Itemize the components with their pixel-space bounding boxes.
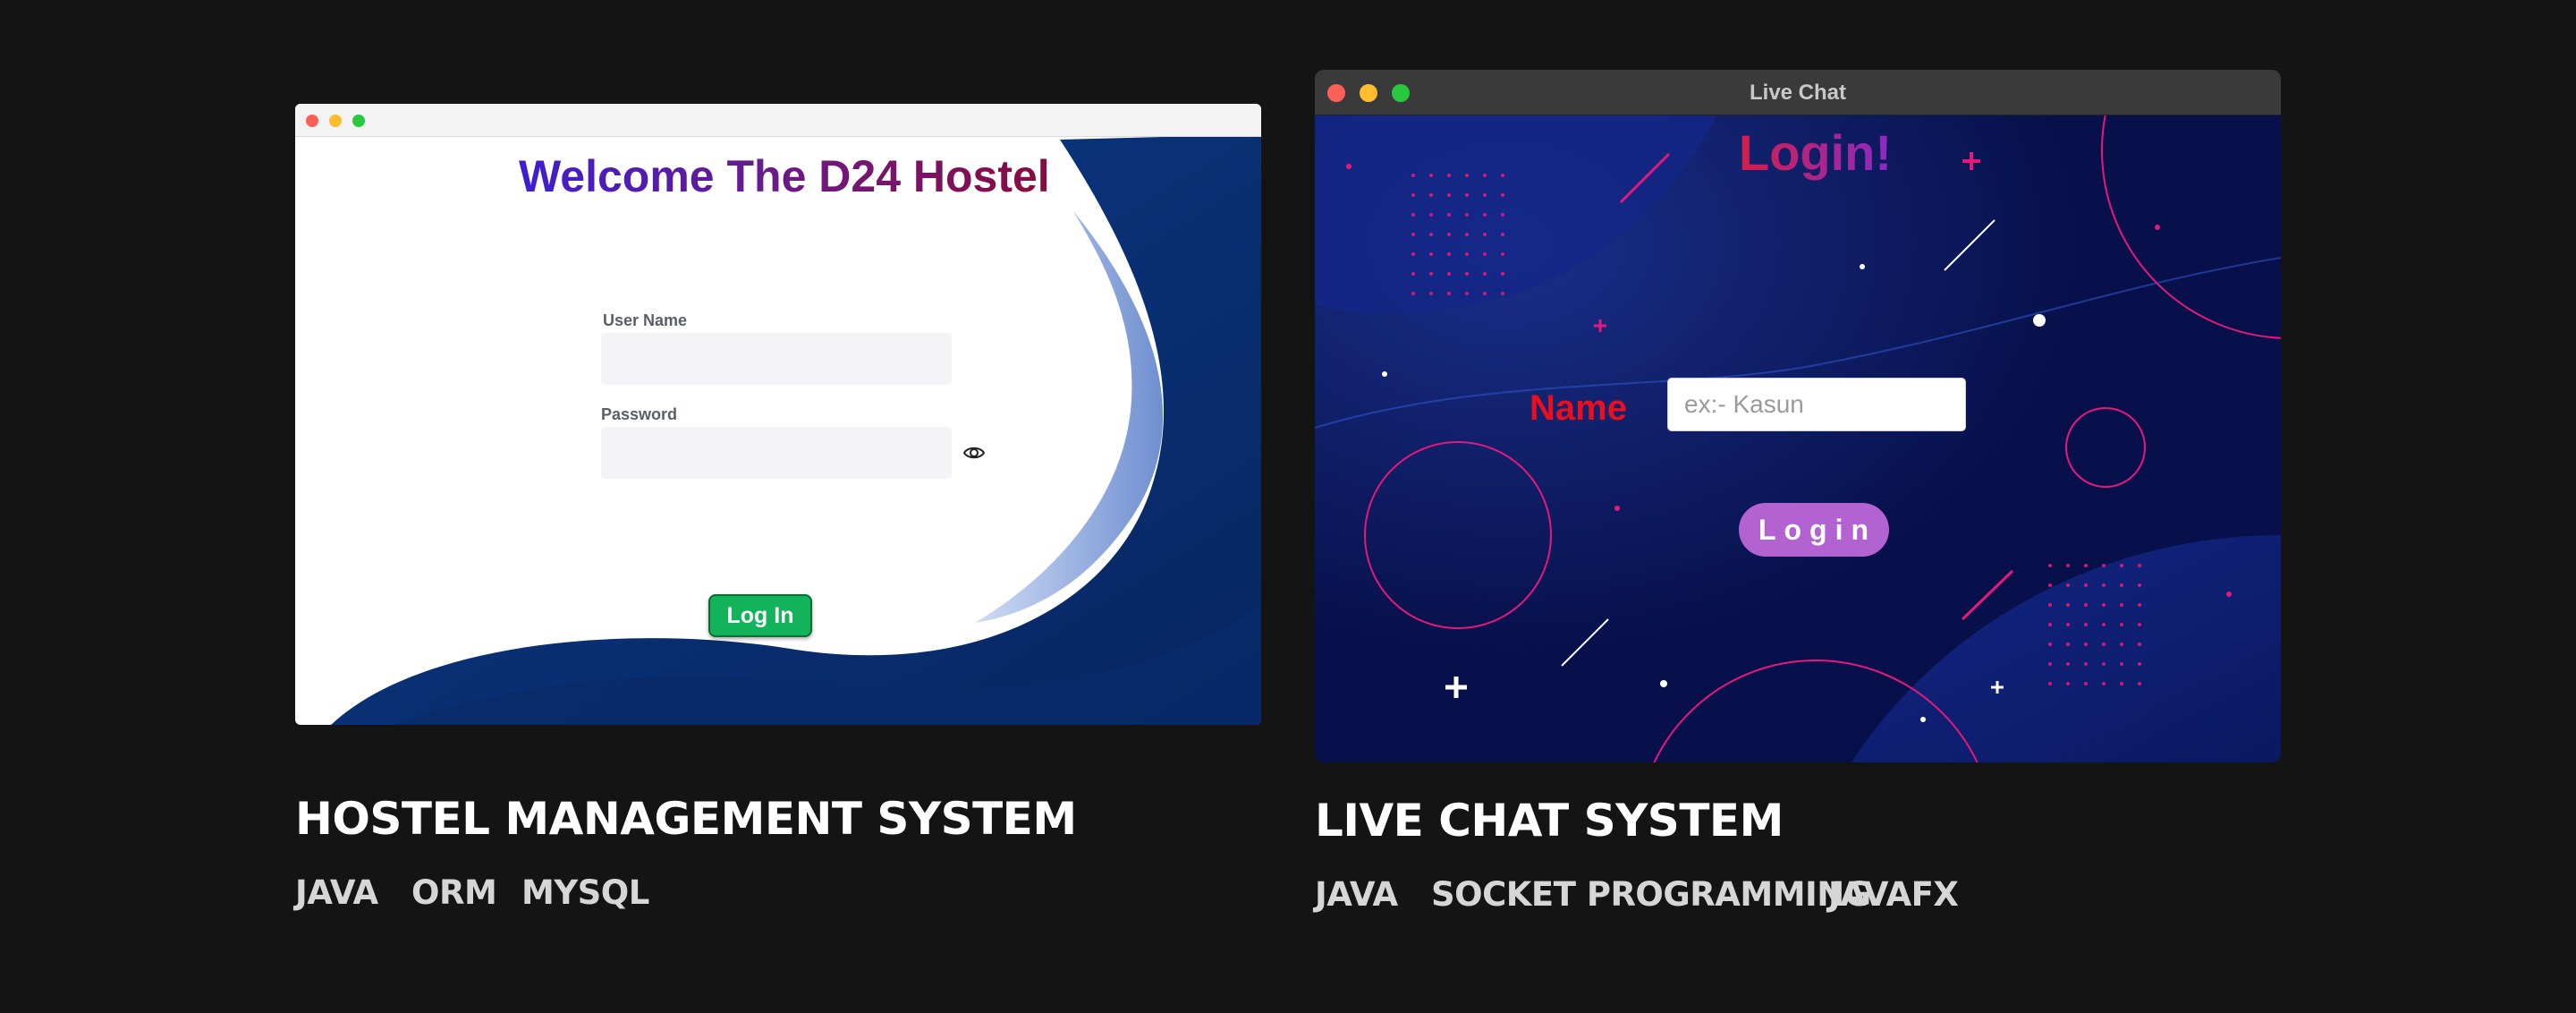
username-input[interactable] xyxy=(601,333,952,385)
close-light[interactable] xyxy=(306,115,318,127)
password-label: Password xyxy=(601,405,678,423)
minimize-light[interactable] xyxy=(329,115,342,127)
tag-javafx: JAVAFX xyxy=(1828,875,1959,914)
chat-login-heading: Login! xyxy=(1739,124,1893,181)
eye-icon[interactable] xyxy=(962,442,986,464)
maximize-light[interactable] xyxy=(352,115,365,127)
live-chat-screenshot: Live Chat Login! Name Login xyxy=(1315,70,2281,762)
tag-socket-programming: SOCKET PROGRAMMING xyxy=(1431,875,1871,914)
username-label: User Name xyxy=(603,311,688,329)
hostel-screenshot: Welcome The D24 Hostel User Name Passwor… xyxy=(295,104,1261,725)
tag-mysql: MYSQL xyxy=(521,873,649,912)
chat-titlebar: Live Chat xyxy=(1315,70,2281,115)
hostel-welcome-heading: Welcome The D24 Hostel xyxy=(519,150,1073,202)
project-title-hostel[interactable]: HOSTEL MANAGEMENT SYSTEM xyxy=(295,793,1077,845)
tag-java: JAVA xyxy=(295,873,378,912)
chat-name-input[interactable] xyxy=(1667,378,1966,431)
tag-orm: ORM xyxy=(411,873,497,912)
chat-window-title: Live Chat xyxy=(1749,81,1847,105)
chat-login-button[interactable]: Login xyxy=(1739,503,1889,557)
password-input[interactable] xyxy=(601,427,952,479)
tag-java: JAVA xyxy=(1315,875,1398,914)
chat-name-label: Name xyxy=(1530,388,1627,428)
hostel-login-button[interactable]: Log In xyxy=(708,594,812,637)
project-title-live-chat[interactable]: LIVE CHAT SYSTEM xyxy=(1315,795,1784,847)
hostel-titlebar xyxy=(295,104,1261,137)
